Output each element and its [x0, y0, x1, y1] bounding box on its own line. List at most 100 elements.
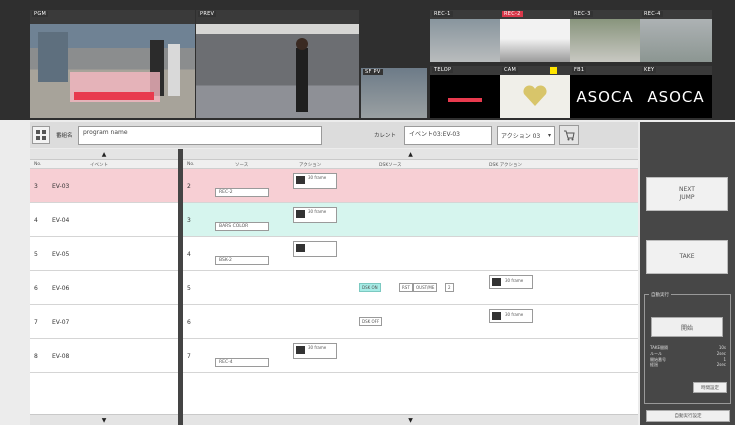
app-window: PGM PREV SF PV REC-1 REC-2 REC-3 REC-4 T… — [0, 0, 735, 425]
sfpv-label: SF PV — [363, 69, 383, 75]
rec2-monitor[interactable]: REC-2 — [500, 10, 570, 62]
action-row[interactable]: 4 BSK-2 — [183, 237, 638, 271]
cart-button[interactable] — [559, 125, 579, 145]
dsk-reset-box[interactable]: RST — [399, 283, 413, 292]
transition-box[interactable]: 30 frame — [293, 343, 337, 359]
event-no: 8 — [34, 353, 38, 360]
transition-icon — [492, 278, 501, 286]
action-list: ▲ No. ソース アクション DSKソース DSK アクション 2 REC-2… — [183, 149, 638, 425]
dsk-transition-box[interactable]: 30 frame — [489, 275, 533, 289]
action-list-scroll-up[interactable]: ▲ — [183, 149, 638, 160]
event-no: 6 — [34, 285, 38, 292]
transition-icon — [296, 210, 305, 218]
event-row[interactable]: 5 EV-05 — [30, 237, 178, 271]
asoca-logo: ASOCA — [647, 88, 705, 106]
transition-icon — [296, 244, 305, 252]
source-field[interactable]: REC-4 — [215, 358, 269, 367]
event-no: 7 — [34, 319, 38, 326]
source-field[interactable]: BSK-2 — [215, 256, 269, 265]
event-name: EV-08 — [52, 353, 70, 360]
action-row[interactable]: 7 REC-4 30 frame — [183, 339, 638, 373]
cam-monitor[interactable]: CAM — [500, 66, 570, 118]
event-row[interactable]: 4 EV-04 — [30, 203, 178, 237]
prev-label: PREV — [198, 11, 217, 17]
monitor-wall: PGM PREV SF PV REC-1 REC-2 REC-3 REC-4 T… — [0, 0, 735, 120]
action-select[interactable]: アクション 03 ▾ — [497, 125, 555, 145]
transition-duration: 30 frame — [308, 209, 327, 214]
transition-duration: 30 frame — [308, 345, 327, 350]
control-panel: NEXT JUMP TAKE 自動実行 開始 TAKE間隔 10s ルール 2sec… — [640, 122, 735, 425]
fb1-monitor[interactable]: FB1 ASOCA — [570, 66, 640, 118]
source-field[interactable]: BARS COLOR — [215, 222, 269, 231]
action-select-value: アクション 03 — [501, 132, 541, 140]
transition-box[interactable]: 30 frame — [293, 173, 337, 189]
heart-icon — [523, 85, 547, 106]
action-row[interactable]: 6 DSK OFF 30 frame — [183, 305, 638, 339]
rec3-monitor[interactable]: REC-3 — [570, 10, 640, 62]
event-no: 3 — [34, 183, 38, 190]
chevron-down-icon: ▾ — [547, 131, 551, 139]
event-list-scroll-down[interactable]: ▼ — [30, 414, 178, 425]
transition-duration: 30 frame — [308, 175, 327, 180]
pgm-monitor: PGM — [30, 10, 195, 118]
set-time-button[interactable]: 時間設定 — [693, 382, 727, 393]
col-no: No. — [187, 162, 195, 167]
transition-icon — [296, 346, 305, 354]
info-key: 経過 — [650, 362, 658, 368]
take-button[interactable]: TAKE — [646, 240, 728, 274]
event-name: EV-03 — [52, 183, 70, 190]
rec4-label: REC-4 — [642, 11, 663, 17]
event-list: ▲ No. イベント 3 EV-03 4 EV-04 5 EV-05 6 EV-… — [30, 149, 178, 425]
action-row[interactable]: 5 DSK ON RST OUST/ME 2 30 frame — [183, 271, 638, 305]
menu-grid-button[interactable] — [32, 126, 50, 144]
col-no: No. — [34, 162, 42, 167]
current-event-field[interactable]: イベント03:EV-03 — [404, 125, 492, 145]
event-list-scroll-up[interactable]: ▲ — [30, 149, 178, 160]
asoca-logo: ASOCA — [576, 88, 634, 106]
auto-exec-info: TAKE間隔 10s ルール 2sec 開始番号 1 経過 2sec — [650, 345, 726, 368]
event-row[interactable]: 7 EV-07 — [30, 305, 178, 339]
dsk-on-button[interactable]: DSK ON — [359, 283, 381, 292]
source-field[interactable]: REC-2 — [215, 188, 269, 197]
control-bar: 番組名 program name カレント イベント03:EV-03 アクション… — [30, 122, 638, 148]
event-row[interactable]: 3 EV-03 — [30, 169, 178, 203]
auto-exec-settings-button[interactable]: 自動実行設定 — [646, 410, 730, 422]
transition-box[interactable]: 30 frame — [293, 207, 337, 223]
take-label: TAKE — [679, 253, 695, 261]
event-row[interactable]: 8 EV-08 — [30, 339, 178, 373]
key-monitor[interactable]: KEY ASOCA — [640, 66, 712, 118]
program-name-input[interactable]: program name — [78, 125, 322, 145]
action-row[interactable]: 2 REC-2 30 frame — [183, 169, 638, 203]
action-list-scroll-down[interactable]: ▼ — [183, 414, 638, 425]
auto-exec-title: 自動実行 — [649, 292, 671, 298]
next-jump-button[interactable]: NEXT JUMP — [646, 177, 728, 211]
rec1-label: REC-1 — [432, 11, 453, 17]
event-name: EV-06 — [52, 285, 70, 292]
dsk-off-button[interactable]: DSK OFF — [359, 317, 383, 326]
event-name: EV-05 — [52, 251, 70, 258]
event-row[interactable]: 6 EV-06 — [30, 271, 178, 305]
col-action: アクション — [299, 163, 322, 168]
transition-icon — [492, 312, 501, 320]
dsk-transition-duration: 30 frame — [505, 312, 524, 317]
action-no: 5 — [187, 285, 191, 292]
action-row[interactable]: 3 BARS COLOR 30 frame — [183, 203, 638, 237]
col-dsk-action: DSK アクション — [489, 163, 522, 168]
auto-exec-row: 経過 2sec — [650, 362, 726, 368]
cam-label: CAM — [502, 67, 519, 73]
action-no: 4 — [187, 251, 191, 258]
rec1-monitor[interactable]: REC-1 — [430, 10, 500, 62]
dsk-transition-box[interactable]: 30 frame — [489, 309, 533, 323]
fb1-label: FB1 — [572, 67, 587, 73]
telop-monitor[interactable]: TELOP — [430, 66, 500, 118]
dsk-channel-field[interactable]: 2 — [445, 283, 454, 292]
action-no: 2 — [187, 183, 191, 190]
dsk-source-field[interactable]: OUST/ME — [413, 283, 438, 292]
transition-box[interactable] — [293, 241, 337, 257]
grid-icon — [36, 130, 46, 140]
event-name: EV-07 — [52, 319, 70, 326]
next-jump-label: NEXT JUMP — [679, 186, 695, 201]
rec4-monitor[interactable]: REC-4 — [640, 10, 712, 62]
cam-tally-indicator — [550, 67, 557, 74]
auto-exec-start-button[interactable]: 開始 — [651, 317, 723, 337]
